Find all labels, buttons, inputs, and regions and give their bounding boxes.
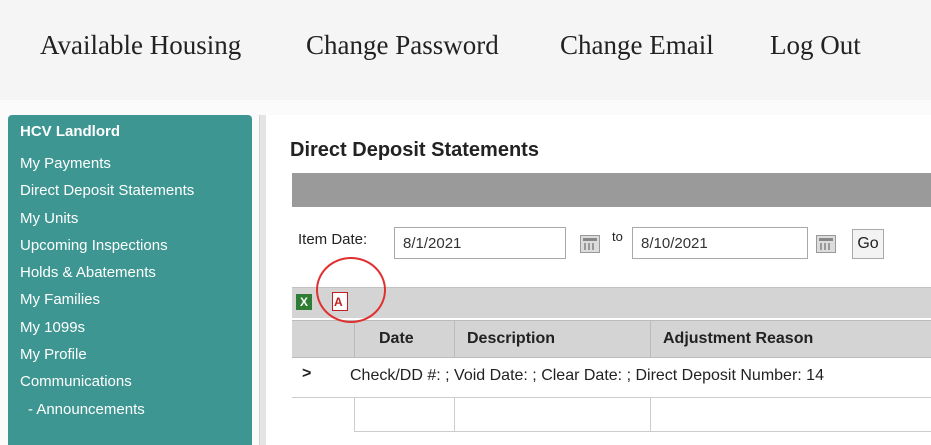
nav-available-housing[interactable]: Available Housing	[40, 30, 241, 61]
export-toolbar: X A	[292, 287, 931, 318]
nav-log-out[interactable]: Log Out	[770, 30, 861, 61]
excel-icon[interactable]: X	[296, 294, 312, 310]
column-header-adjustment-reason[interactable]: Adjustment Reason	[650, 321, 931, 357]
sidebar-item-announcements[interactable]: - Announcements	[20, 399, 194, 426]
sidebar-item-holds-abatements[interactable]: Holds & Abatements	[20, 262, 194, 289]
grid-header: Date Description Adjustment Reason	[292, 320, 931, 358]
sidebar-item-my-1099s[interactable]: My 1099s	[20, 317, 194, 344]
from-date-input[interactable]	[394, 227, 566, 259]
item-date-label: Item Date:	[298, 231, 368, 248]
main-content: Direct Deposit Statements Item Date: to …	[266, 115, 931, 445]
to-label: to	[612, 229, 623, 244]
sidebar-item-my-profile[interactable]: My Profile	[20, 344, 194, 371]
panel-divider	[259, 115, 266, 445]
detail-row	[292, 398, 931, 432]
sidebar-item-communications[interactable]: Communications	[20, 371, 194, 398]
row-summary: Check/DD #: ; Void Date: ; Clear Date: ;…	[350, 367, 824, 384]
detail-cell-date	[354, 398, 454, 432]
sidebar-item-my-units[interactable]: My Units	[20, 208, 194, 235]
from-calendar-icon[interactable]	[580, 235, 600, 253]
sidebar: HCV Landlord My Payments Direct Deposit …	[8, 115, 252, 445]
sidebar-menu: My Payments Direct Deposit Statements My…	[20, 153, 194, 426]
statements-grid: Date Description Adjustment Reason > Che…	[292, 320, 931, 445]
column-header-date[interactable]: Date	[354, 321, 454, 357]
go-button[interactable]: Go	[852, 229, 884, 259]
nav-change-password[interactable]: Change Password	[306, 30, 499, 61]
detail-cell-description	[454, 398, 650, 432]
sidebar-item-my-families[interactable]: My Families	[20, 289, 194, 316]
sidebar-item-upcoming-inspections[interactable]: Upcoming Inspections	[20, 235, 194, 262]
sidebar-item-my-payments[interactable]: My Payments	[20, 153, 194, 180]
expand-column-header	[292, 321, 354, 357]
annotation-circle	[316, 257, 386, 323]
nav-change-email[interactable]: Change Email	[560, 30, 714, 61]
to-date-input[interactable]	[632, 227, 808, 259]
date-filter: Item Date: to Go	[298, 227, 931, 263]
sidebar-item-direct-deposit-statements[interactable]: Direct Deposit Statements	[20, 180, 194, 207]
sidebar-title: HCV Landlord	[20, 123, 120, 140]
expand-row-icon[interactable]: >	[302, 365, 311, 383]
to-calendar-icon[interactable]	[816, 235, 836, 253]
page-title: Direct Deposit Statements	[290, 139, 539, 161]
title-band	[292, 173, 931, 207]
table-row: > Check/DD #: ; Void Date: ; Clear Date:…	[292, 357, 931, 398]
top-navigation: Available Housing Change Password Change…	[0, 0, 931, 100]
column-header-description[interactable]: Description	[454, 321, 650, 357]
detail-cell-adjustment	[650, 398, 931, 432]
